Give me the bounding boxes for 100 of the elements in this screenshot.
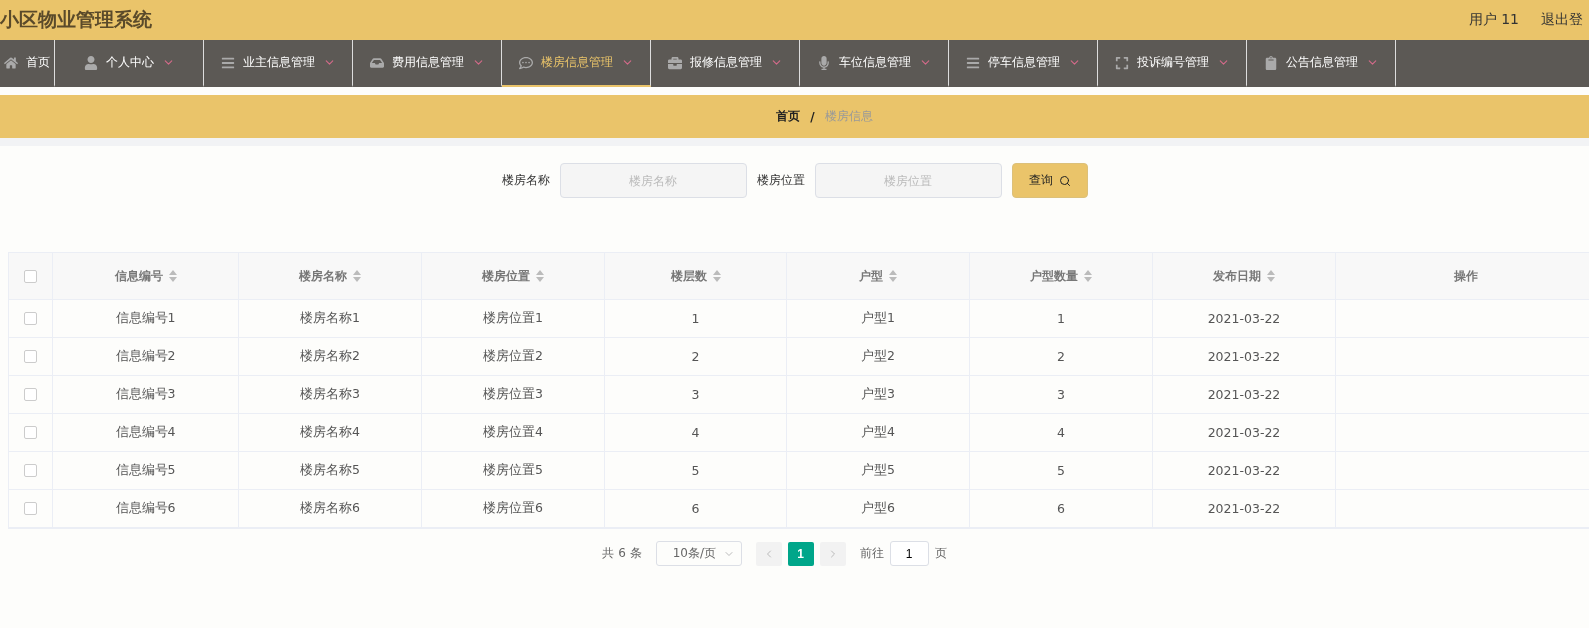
- user-icon: [83, 55, 98, 70]
- table-cell: 5: [691, 463, 700, 478]
- column-header: 发布日期: [1213, 267, 1261, 285]
- sort-icon[interactable]: [1084, 270, 1092, 282]
- next-page-button[interactable]: [819, 541, 846, 566]
- list-icon: [220, 55, 235, 70]
- sort-icon[interactable]: [712, 270, 721, 282]
- column-header: 楼房位置: [482, 267, 530, 285]
- tray-icon: [369, 55, 384, 70]
- table-cell: 楼房位置6: [483, 500, 543, 517]
- sort-icon[interactable]: [1267, 270, 1275, 282]
- search-button[interactable]: 查询: [1011, 163, 1088, 198]
- table-cell: 户型4: [861, 424, 895, 441]
- page-input[interactable]: 1: [889, 541, 929, 566]
- table-cell: 户型5: [861, 462, 895, 479]
- table-cell: 信息编号6: [115, 500, 176, 517]
- nav-tab[interactable]: 公告信息管理: [1247, 40, 1396, 87]
- table-cell: 2021-03-22: [1207, 425, 1281, 440]
- briefcase-icon: [667, 55, 682, 70]
- nav-tab[interactable]: 车位信息管理: [800, 40, 949, 87]
- nav-tab[interactable]: 投诉编号管理: [1098, 40, 1247, 87]
- table-cell: 4: [691, 425, 700, 440]
- row-checkbox[interactable]: [24, 312, 37, 325]
- table-cell: 楼房位置1: [483, 310, 543, 327]
- row-checkbox[interactable]: [24, 350, 37, 363]
- row-checkbox[interactable]: [24, 464, 37, 477]
- table-cell: 6: [1057, 501, 1065, 516]
- table-cell: 楼房名称6: [300, 500, 360, 517]
- sort-icon[interactable]: [536, 270, 544, 282]
- page-unit: 页: [934, 545, 947, 562]
- table-cell: 3: [1057, 387, 1065, 402]
- table-cell: 2021-03-22: [1207, 311, 1281, 326]
- table-cell: 1: [1057, 311, 1065, 326]
- user-name: 用户 11: [1468, 11, 1519, 29]
- breadcrumb-current: 楼房信息: [824, 108, 873, 125]
- chat-icon: [518, 55, 533, 70]
- row-checkbox[interactable]: [24, 502, 37, 515]
- table-cell: 6: [691, 501, 700, 516]
- field-label: 楼房位置: [756, 172, 805, 189]
- table-cell: 4: [1057, 425, 1065, 440]
- clipboard-icon: [1263, 55, 1278, 70]
- list-icon: [965, 55, 980, 70]
- table-cell: 2021-03-22: [1207, 501, 1281, 516]
- table-cell: 楼房位置4: [483, 424, 543, 441]
- table-cell: 楼房名称1: [300, 310, 360, 327]
- table-cell: 3: [691, 387, 700, 402]
- column-header: 户型数量: [1030, 267, 1078, 285]
- nav-tab[interactable]: 停车信息管理: [949, 40, 1098, 87]
- table-cell: 楼房名称2: [300, 348, 360, 365]
- breadcrumb-link[interactable]: 首页: [776, 108, 801, 125]
- nav-tab[interactable]: 费用信息管理: [353, 40, 502, 87]
- table-cell: 信息编号1: [115, 310, 176, 327]
- table-cell: 信息编号3: [115, 386, 176, 403]
- app-title: 小区物业管理系统: [0, 7, 152, 32]
- nav-tab[interactable]: 首页: [0, 40, 55, 87]
- table-cell: 户型2: [861, 348, 895, 365]
- table-cell: 户型1: [861, 310, 895, 327]
- table-cell: 户型6: [861, 500, 895, 517]
- table-cell: 楼房名称5: [300, 462, 360, 479]
- frame-icon: [1114, 55, 1129, 70]
- field-label: 楼房名称: [501, 172, 550, 189]
- sort-icon[interactable]: [889, 270, 897, 282]
- select-all-checkbox[interactable]: [24, 269, 37, 283]
- search-icon: [1058, 174, 1071, 187]
- page-size-select[interactable]: 10条/页: [655, 541, 742, 566]
- home-icon: [4, 55, 18, 70]
- table-cell: 楼房位置2: [483, 348, 543, 365]
- row-checkbox[interactable]: [24, 426, 37, 439]
- goto-label: 前往: [859, 545, 884, 562]
- table-cell: 户型3: [861, 386, 895, 403]
- breadcrumb-separator: /: [810, 109, 815, 124]
- table-cell: 2021-03-22: [1207, 349, 1281, 364]
- column-header: 楼层数: [670, 267, 707, 285]
- nav-tab[interactable]: 个人中心: [55, 40, 204, 87]
- nav-tab[interactable]: 报修信息管理: [651, 40, 800, 87]
- table-cell: 楼房名称3: [300, 386, 360, 403]
- table-cell: 2: [1057, 349, 1065, 364]
- table-cell: 2021-03-22: [1207, 463, 1281, 478]
- table-cell: 信息编号5: [115, 462, 176, 479]
- table-cell: 1: [691, 311, 700, 326]
- table-cell: 信息编号4: [115, 424, 176, 441]
- table-cell: 楼房名称4: [300, 424, 360, 441]
- table-cell: 信息编号2: [115, 348, 176, 365]
- nav-tab[interactable]: 楼房信息管理: [502, 40, 651, 87]
- microphone-icon: [816, 55, 831, 70]
- column-header: 楼房名称: [299, 267, 347, 285]
- table-cell: 2: [691, 349, 700, 364]
- row-checkbox[interactable]: [24, 388, 37, 401]
- table-cell: 5: [1057, 463, 1065, 478]
- column-header: 操作: [1453, 267, 1478, 285]
- table-cell: 2021-03-22: [1207, 387, 1281, 402]
- column-header: 户型: [859, 267, 883, 285]
- prev-page-button[interactable]: [755, 541, 782, 566]
- nav-tab[interactable]: 业主信息管理: [204, 40, 353, 87]
- search-field[interactable]: 楼房名称: [559, 163, 747, 198]
- total-count: 共 6 条: [602, 545, 642, 562]
- sort-icon[interactable]: [168, 270, 177, 282]
- table-cell: 楼房位置5: [483, 462, 543, 479]
- sort-icon[interactable]: [353, 270, 361, 282]
- logout-link[interactable]: 退出登: [1541, 11, 1583, 29]
